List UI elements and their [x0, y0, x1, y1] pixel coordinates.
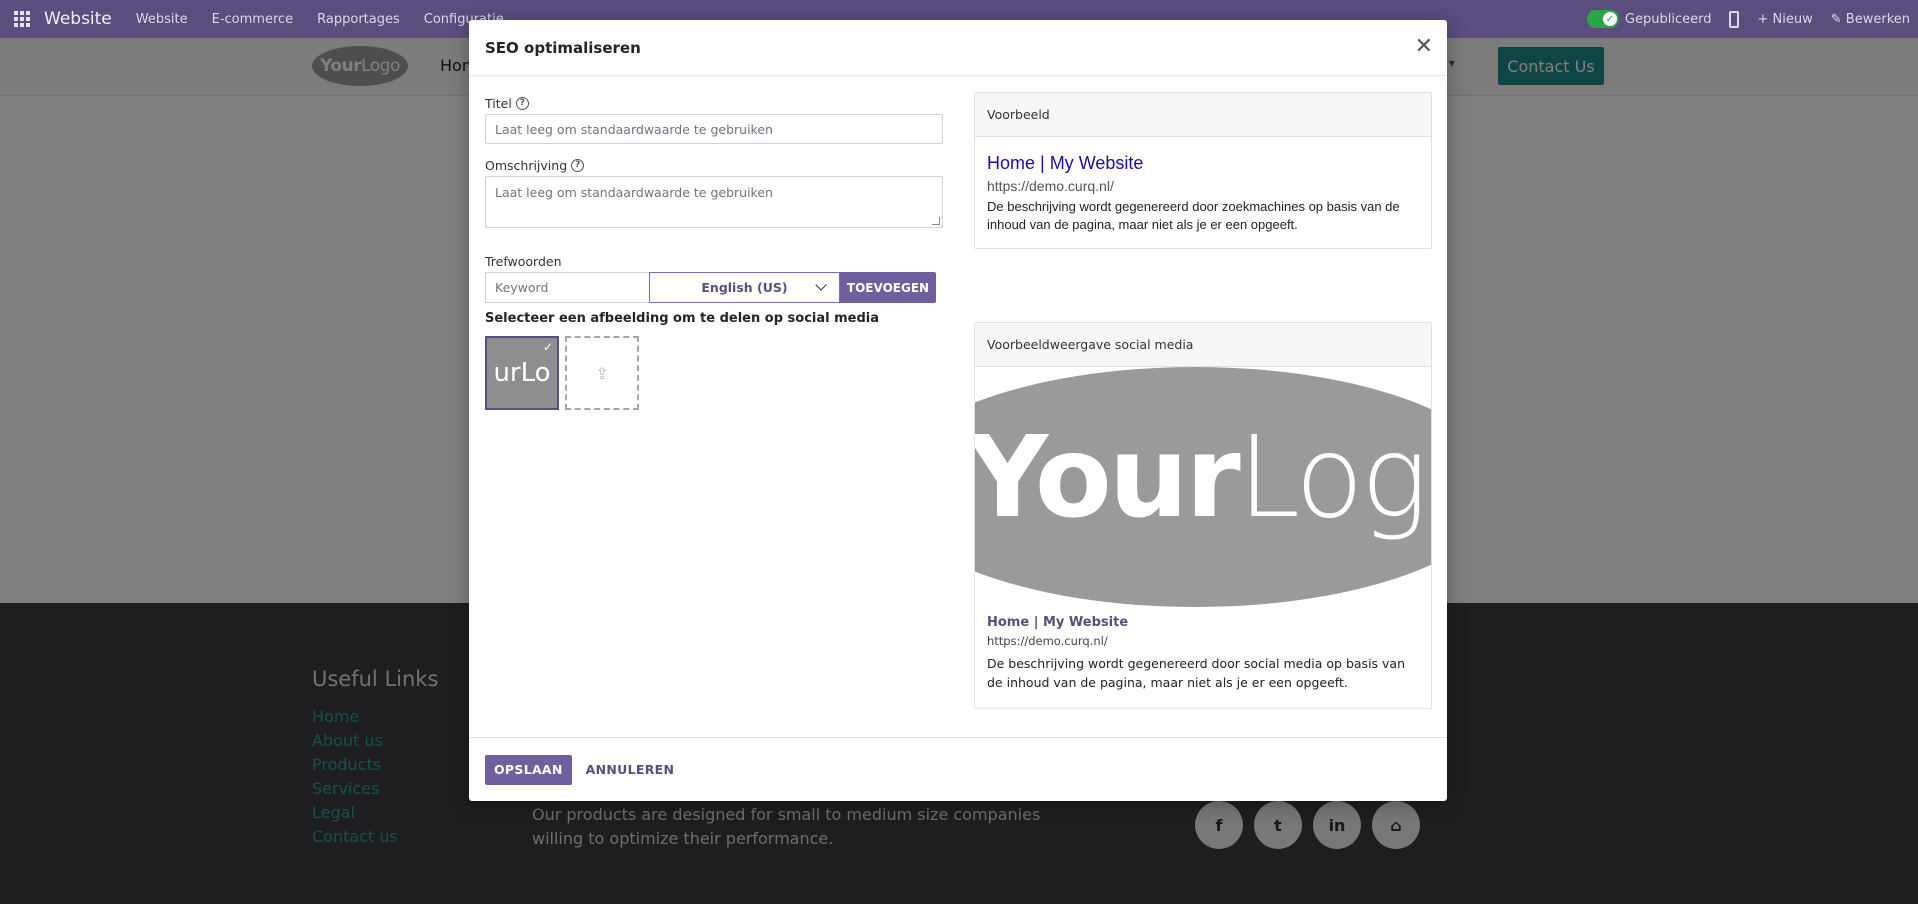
social-image-label: Selecteer een afbeelding om te delen op … [485, 311, 880, 326]
seo-modal: SEO optimaliseren ✕ Titel ? Laat leeg om… [469, 20, 1447, 801]
social-image-thumbs: urLo ✓ ⇪ [485, 336, 943, 410]
help-icon[interactable]: ? [515, 96, 529, 110]
search-preview-description: De beschrijving wordt gegenereerd door z… [987, 199, 1400, 232]
help-icon[interactable]: ? [571, 158, 585, 172]
social-preview-title: Home | My Website [987, 615, 1129, 630]
description-placeholder: Laat leeg om standaardwaarde te gebruike… [495, 185, 773, 200]
title-label: Titel ? [485, 94, 943, 112]
modal-header: SEO optimaliseren [469, 20, 1447, 76]
close-icon[interactable]: ✕ [1415, 36, 1433, 58]
preview-logo-bold: Your [975, 413, 1241, 543]
keyword-row: Keyword English (US) TOEVOEGEN [485, 272, 943, 303]
social-preview-url: https://demo.curq.nl/ [987, 634, 1108, 648]
keywords-label: Trefwoorden [485, 253, 562, 269]
search-preview-url: https://demo.curq.nl/ [987, 178, 1114, 194]
plus-icon: + [1757, 11, 1769, 27]
search-preview-card: Voorbeeld Home | My Website https://demo… [974, 92, 1432, 249]
new-button[interactable]: + Nieuw [1757, 12, 1812, 27]
preview-logo: YourLogo [975, 422, 1431, 534]
modal-footer: OPSLAAN ANNULEREN [469, 737, 1447, 801]
add-keyword-button[interactable]: TOEVOEGEN [840, 272, 936, 303]
upload-icon: ⇪ [595, 363, 609, 383]
check-icon: ✓ [1602, 12, 1617, 26]
save-button[interactable]: OPSLAAN [485, 754, 572, 785]
language-select[interactable]: English (US) [649, 272, 840, 303]
preview-logo-light: Logo [1237, 413, 1431, 543]
title-label-text: Titel [485, 95, 512, 111]
selected-logo-thumbnail[interactable]: urLo ✓ [485, 336, 559, 410]
publish-toggle[interactable]: ✓ Gepubliceerd [1586, 10, 1712, 28]
keyword-input[interactable]: Keyword [485, 272, 649, 303]
social-preview-description: De beschrijving wordt gegenereerd door s… [987, 656, 1406, 690]
apps-grid-icon [14, 11, 30, 27]
description-label-text: Omschrijving [485, 157, 568, 173]
language-value: English (US) [701, 280, 788, 295]
edit-button[interactable]: ✎ Bewerken [1831, 12, 1910, 27]
social-preview-card: Voorbeeldweergave social media YourLogo … [974, 322, 1432, 709]
mobile-preview-icon[interactable] [1729, 10, 1740, 28]
pencil-icon: ✎ [1830, 11, 1842, 27]
social-preview-image: YourLogo [975, 367, 1431, 607]
new-label: Nieuw [1772, 11, 1813, 27]
menu-ecommerce[interactable]: E-commerce [212, 12, 294, 27]
modal-title: SEO optimaliseren [485, 38, 641, 57]
description-label: Omschrijving ? [485, 156, 943, 174]
menu-website[interactable]: Website [136, 12, 188, 27]
edit-label: Bewerken [1845, 11, 1910, 27]
toggle-track: ✓ [1586, 10, 1619, 28]
app-name[interactable]: Website [44, 9, 112, 29]
check-icon: ✓ [542, 340, 553, 354]
social-preview-header: Voorbeeldweergave social media [975, 323, 1431, 367]
social-preview-body: Home | My Website https://demo.curq.nl/ … [975, 607, 1431, 708]
title-input[interactable]: Laat leeg om standaardwaarde te gebruike… [485, 114, 943, 144]
upload-image-button[interactable]: ⇪ [565, 336, 639, 410]
chevron-down-icon [815, 279, 827, 291]
menu-rapportages[interactable]: Rapportages [317, 12, 400, 27]
search-preview-title: Home | My Website [987, 153, 1144, 173]
apps-menu-button[interactable] [0, 11, 44, 27]
cancel-button[interactable]: ANNULEREN [586, 762, 675, 777]
search-preview-body: Home | My Website https://demo.curq.nl/ … [975, 137, 1431, 248]
published-label: Gepubliceerd [1624, 11, 1712, 27]
seo-form: Titel ? Laat leeg om standaardwaarde te … [485, 94, 943, 410]
resize-grip-icon[interactable] [932, 217, 940, 225]
thumbnail-logo-text: urLo [493, 358, 551, 388]
search-preview-header: Voorbeeld [975, 93, 1431, 137]
description-textarea[interactable]: Laat leeg om standaardwaarde te gebruike… [485, 176, 943, 228]
